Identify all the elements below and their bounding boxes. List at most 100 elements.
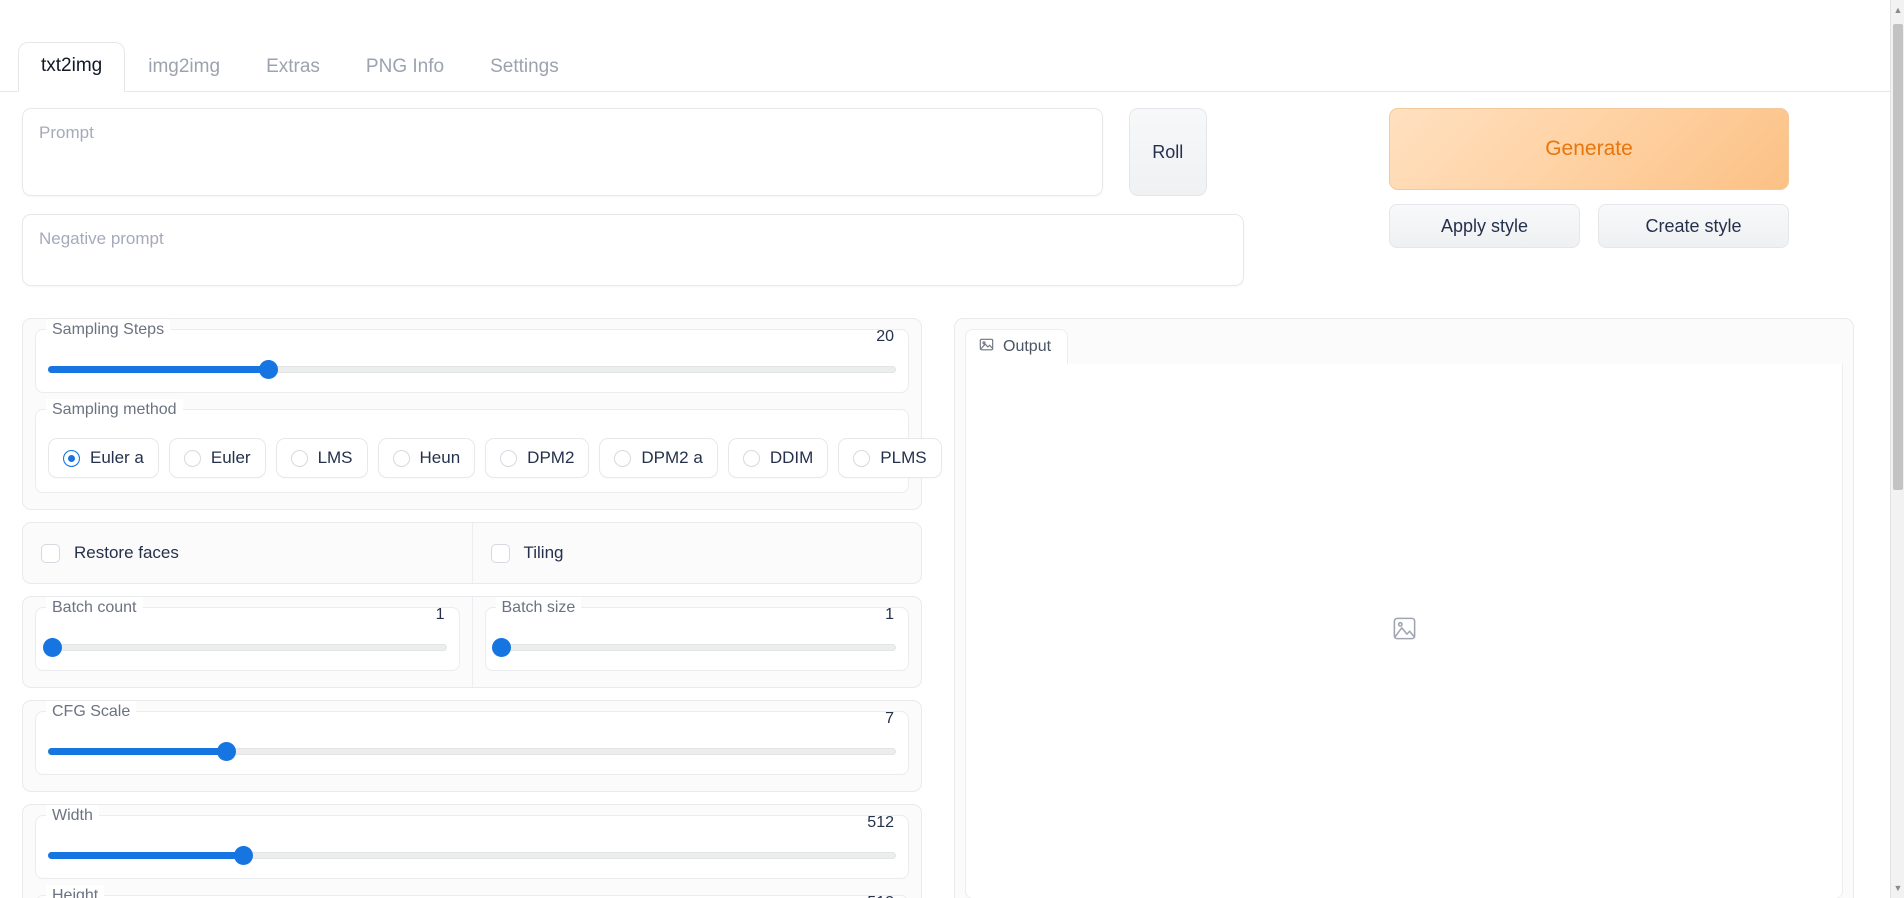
generate-column: Generate Apply style Create style bbox=[1389, 108, 1789, 248]
tiling-checkbox[interactable]: Tiling bbox=[471, 523, 922, 583]
tab-output[interactable]: Output bbox=[965, 329, 1069, 366]
radio-ddim[interactable]: DDIM bbox=[727, 438, 829, 478]
tab-settings[interactable]: Settings bbox=[467, 43, 582, 92]
radio-dpm2-a[interactable]: DPM2 a bbox=[599, 438, 718, 478]
cfg-scale-value: 7 bbox=[885, 710, 894, 727]
prompt-input[interactable] bbox=[22, 108, 1103, 196]
txt2img-panel: Roll Generate Apply style Create style S… bbox=[0, 92, 1890, 898]
slider-track bbox=[48, 644, 447, 651]
slider-fill bbox=[48, 748, 227, 755]
width-slider[interactable] bbox=[48, 846, 896, 865]
batch-panel: Batch count 1 Batch size 1 bbox=[22, 596, 922, 688]
batch-count-label: Batch count bbox=[46, 597, 143, 620]
sampling-method-label: Sampling method bbox=[46, 399, 183, 422]
cfg-scale-group: CFG Scale 7 bbox=[35, 701, 909, 775]
radio-label: DDIM bbox=[769, 448, 814, 467]
radio-indicator-icon bbox=[290, 449, 308, 467]
image-icon bbox=[979, 337, 994, 357]
radio-indicator-icon bbox=[183, 449, 201, 467]
width-group: Width 512 bbox=[35, 805, 909, 879]
width-value: 512 bbox=[867, 814, 894, 831]
radio-dpm2[interactable]: DPM2 bbox=[485, 438, 590, 478]
stable-diffusion-webui: txt2img img2img Extras PNG Info Settings… bbox=[0, 0, 1904, 898]
toggles-row: Restore faces Tiling bbox=[23, 523, 921, 583]
slider-thumb[interactable] bbox=[217, 742, 237, 761]
width-label: Width bbox=[46, 805, 99, 828]
slider-thumb[interactable] bbox=[492, 638, 512, 657]
tab-extras[interactable]: Extras bbox=[243, 43, 343, 92]
page-scrollbar[interactable]: ▲ ▼ bbox=[1890, 0, 1904, 898]
radio-label: Heun bbox=[419, 448, 461, 467]
radio-heun[interactable]: Heun bbox=[377, 438, 476, 478]
batch-size-slider[interactable] bbox=[492, 638, 896, 657]
negative-prompt-input[interactable] bbox=[22, 214, 1244, 286]
sampling-steps-slider[interactable] bbox=[48, 360, 896, 379]
scrollbar-thumb[interactable] bbox=[1893, 24, 1903, 490]
height-value: 512 bbox=[867, 894, 894, 898]
prompt-column: Roll bbox=[22, 108, 1244, 286]
slider-thumb[interactable] bbox=[234, 846, 254, 865]
sampling-steps-value: 20 bbox=[876, 328, 894, 345]
tab-label: img2img bbox=[148, 56, 221, 78]
batch-count-slider[interactable] bbox=[42, 638, 447, 657]
create-style-button[interactable]: Create style bbox=[1598, 204, 1789, 248]
cfg-panel: CFG Scale 7 bbox=[22, 700, 922, 792]
radio-label: DPM2 a bbox=[641, 448, 703, 467]
batch-row: Batch count 1 Batch size 1 bbox=[23, 597, 921, 687]
prompt-toolbar: Roll Generate Apply style Create style bbox=[22, 92, 1868, 286]
height-label: Height bbox=[46, 885, 105, 898]
checkbox-label: Tiling bbox=[523, 543, 564, 562]
batch-size-cell: Batch size 1 bbox=[471, 597, 922, 687]
cfg-scale-slider[interactable] bbox=[48, 742, 896, 761]
output-image-area[interactable] bbox=[965, 364, 1843, 898]
batch-size-label: Batch size bbox=[495, 597, 582, 620]
tab-img2img[interactable]: img2img bbox=[125, 43, 243, 92]
tab-label: Settings bbox=[490, 56, 559, 78]
apply-style-button[interactable]: Apply style bbox=[1389, 204, 1580, 248]
tab-png-info[interactable]: PNG Info bbox=[343, 43, 467, 92]
tab-label: txt2img bbox=[41, 55, 103, 77]
radio-label: DPM2 bbox=[527, 448, 575, 467]
radio-euler-a[interactable]: Euler a bbox=[48, 438, 159, 478]
output-panel: Output bbox=[954, 318, 1854, 898]
slider-fill bbox=[48, 852, 244, 859]
radio-indicator-icon bbox=[742, 449, 760, 467]
output-tab-label: Output bbox=[1003, 338, 1052, 355]
radio-label: PLMS bbox=[880, 448, 927, 467]
sampling-method-group: Sampling method Euler a Euler LMS Heun D… bbox=[35, 399, 942, 493]
scroll-up-arrow-icon[interactable]: ▲ bbox=[1891, 2, 1904, 18]
radio-lms[interactable]: LMS bbox=[275, 438, 368, 478]
generate-button[interactable]: Generate bbox=[1389, 108, 1789, 190]
scroll-down-arrow-icon[interactable]: ▼ bbox=[1891, 880, 1904, 896]
tab-txt2img[interactable]: txt2img bbox=[18, 42, 126, 92]
radio-plms[interactable]: PLMS bbox=[838, 438, 942, 478]
sampling-method-radios: Euler a Euler LMS Heun DPM2 DPM2 a DDIM … bbox=[48, 438, 942, 478]
slider-track bbox=[497, 644, 896, 651]
checkbox-icon bbox=[41, 543, 60, 563]
sampling-steps-group: Sampling Steps 20 bbox=[35, 319, 909, 393]
checkbox-label: Restore faces bbox=[74, 543, 179, 562]
style-button-row: Apply style Create style bbox=[1389, 204, 1789, 248]
main-tab-bar: txt2img img2img Extras PNG Info Settings bbox=[0, 0, 1890, 92]
tab-label: PNG Info bbox=[365, 56, 445, 78]
batch-size-group: Batch size 1 bbox=[484, 597, 909, 671]
slider-fill bbox=[48, 366, 269, 373]
roll-button[interactable]: Roll bbox=[1128, 108, 1207, 196]
slider-thumb[interactable] bbox=[42, 638, 62, 657]
batch-count-value: 1 bbox=[435, 606, 445, 623]
restore-faces-checkbox[interactable]: Restore faces bbox=[23, 523, 472, 583]
batch-count-cell: Batch count 1 bbox=[23, 597, 472, 687]
content-columns: Sampling Steps 20 Sampling method Euler … bbox=[22, 318, 1868, 898]
toggles-panel: Restore faces Tiling bbox=[22, 522, 922, 584]
sampling-steps-label: Sampling Steps bbox=[46, 319, 171, 342]
radio-label: Euler a bbox=[90, 448, 144, 467]
image-placeholder-icon bbox=[1391, 615, 1418, 647]
slider-thumb[interactable] bbox=[259, 360, 279, 379]
radio-indicator-icon bbox=[392, 449, 410, 467]
radio-indicator-icon bbox=[853, 449, 871, 467]
radio-euler[interactable]: Euler bbox=[168, 438, 266, 478]
batch-size-value: 1 bbox=[885, 606, 894, 623]
radio-label: LMS bbox=[317, 448, 353, 467]
sampling-panel: Sampling Steps 20 Sampling method Euler … bbox=[22, 318, 942, 510]
output-column: Output bbox=[954, 318, 1854, 898]
